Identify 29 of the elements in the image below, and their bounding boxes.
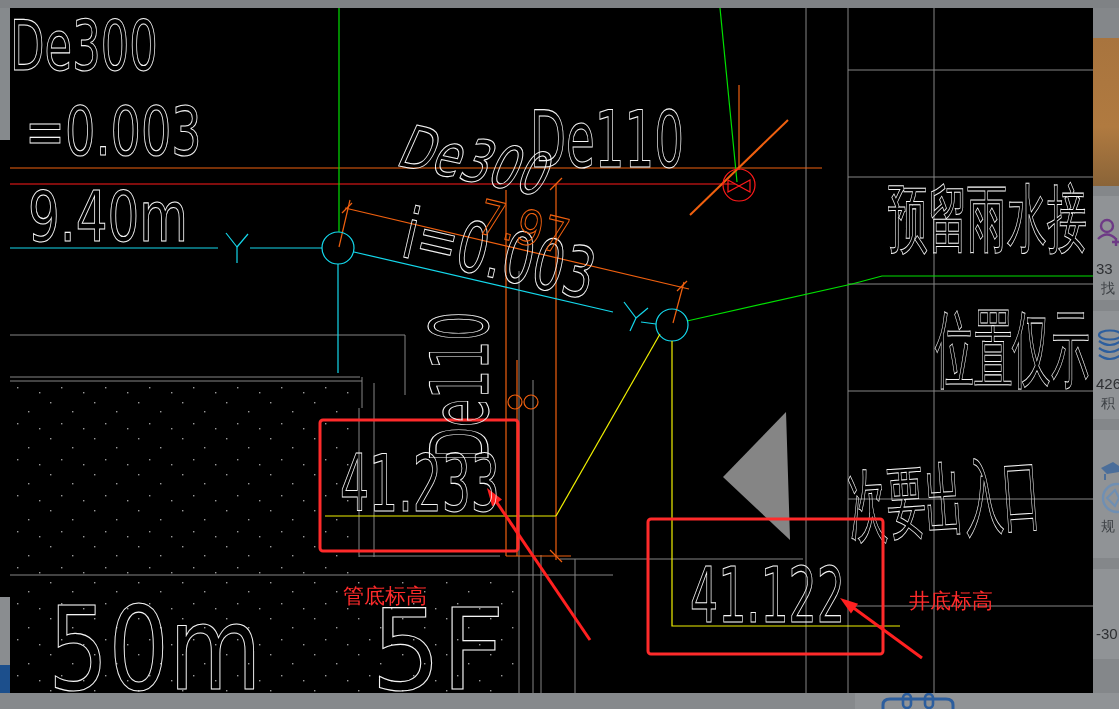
circle-marker-icon bbox=[655, 308, 689, 342]
annotation-label: 管底标高 bbox=[343, 585, 427, 606]
circle-marker-icon bbox=[507, 394, 523, 410]
length-label: 9.40m bbox=[28, 190, 189, 245]
calendar-icon bbox=[880, 693, 956, 709]
y-mark-icon bbox=[225, 232, 249, 264]
side-panel bbox=[0, 597, 10, 665]
caption-text: 积 bbox=[1101, 395, 1115, 411]
count-text: 33 bbox=[1096, 260, 1113, 278]
badge-icon bbox=[1099, 460, 1119, 516]
caption-text: 规 bbox=[1101, 518, 1115, 534]
side-button[interactable] bbox=[0, 665, 10, 693]
note-text: 位置仅示 bbox=[935, 302, 1089, 396]
pipe-size-label: De300 bbox=[10, 19, 158, 74]
valve-icon bbox=[722, 168, 756, 202]
pipe-line bbox=[640, 321, 657, 325]
coin-stack-icon bbox=[1096, 329, 1119, 361]
annotation-label: 井底标高 bbox=[909, 590, 993, 611]
slope-label: =0.003 bbox=[25, 106, 202, 159]
note-text: 次要出入口 bbox=[844, 448, 1045, 551]
note-text: 预留雨水接 bbox=[888, 176, 1087, 261]
date-text: -30 bbox=[1096, 625, 1118, 643]
y-mark-icon bbox=[623, 301, 649, 332]
add-user-icon bbox=[1097, 218, 1119, 246]
floor-label: 5F bbox=[371, 608, 505, 693]
elevation-label: 41.122 bbox=[690, 566, 845, 625]
caption-text: 找 bbox=[1101, 280, 1115, 296]
circle-marker-icon bbox=[523, 394, 539, 410]
circle-marker-icon bbox=[321, 231, 355, 265]
